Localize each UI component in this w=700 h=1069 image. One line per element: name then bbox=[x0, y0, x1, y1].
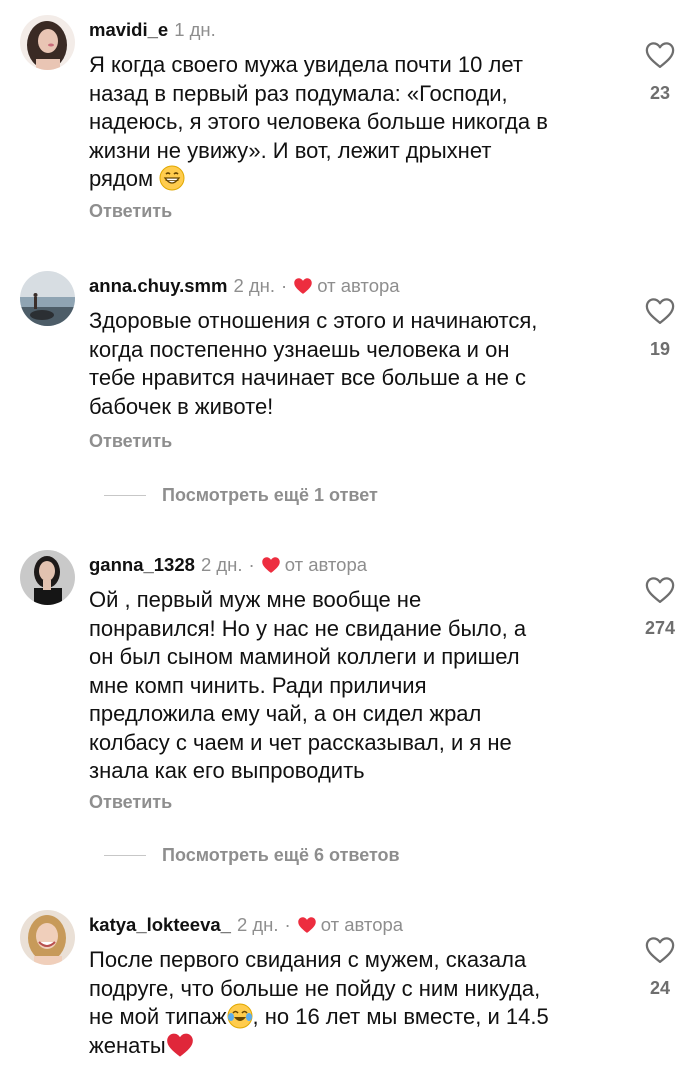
divider bbox=[104, 854, 146, 856]
view-replies-label: Посмотреть ещё 6 ответов bbox=[162, 844, 400, 865]
like-count: 24 bbox=[649, 978, 671, 998]
comment-line: предложила ему чай, а он сидел жрал bbox=[89, 701, 482, 726]
comment-line: понравился! Но у нас не свидание было, а bbox=[89, 615, 527, 641]
heart-outline-icon bbox=[645, 937, 675, 963]
comment-line: Ой , первый муж мне вообще не bbox=[89, 587, 422, 612]
like-count: 19 bbox=[649, 339, 671, 359]
comment-text: Ой , первый муж мне вообще не понравился… bbox=[89, 586, 619, 786]
divider bbox=[104, 494, 146, 496]
comment-meta: ganna_1328 2 дн. · от автора bbox=[89, 550, 367, 580]
comment-line: надеюсь, я этого человека больше никогда… bbox=[89, 109, 548, 134]
liked-by-author-label: от автора bbox=[317, 275, 400, 296]
comment-line: тебе нравится начинает все больше а не с bbox=[89, 365, 526, 390]
timestamp: 2 дн. bbox=[200, 554, 243, 575]
like-button[interactable]: 23 bbox=[642, 41, 678, 104]
comment-line: колбасу с чаем и чет рассказывал, и я не bbox=[89, 729, 512, 755]
heart-outline-icon bbox=[645, 298, 675, 324]
comment-line: жизни не увижу». И вот, лежит дрыхнет bbox=[89, 137, 492, 163]
comment-line: Здоровые отношения с этого и начинаются, bbox=[89, 308, 538, 333]
like-button[interactable]: 24 bbox=[642, 936, 678, 999]
timestamp: 2 дн. bbox=[233, 275, 276, 296]
view-replies-label: Посмотреть ещё 1 ответ bbox=[162, 484, 378, 505]
like-button[interactable]: 274 bbox=[634, 576, 686, 639]
avatar[interactable] bbox=[20, 15, 75, 70]
comment-meta: anna.chuy.smm 2 дн. · от автора bbox=[89, 271, 400, 301]
username[interactable]: mavidi_e bbox=[89, 19, 168, 41]
heart-filled-icon bbox=[297, 917, 316, 933]
username[interactable]: ganna_1328 bbox=[89, 554, 195, 576]
username[interactable]: katya_lokteeva_ bbox=[89, 914, 231, 936]
reply-button[interactable]: Ответить bbox=[89, 431, 172, 452]
red-heart-emoji bbox=[166, 1032, 193, 1058]
avatar[interactable] bbox=[20, 550, 75, 605]
comment-line: После первого свидания с мужем, сказала bbox=[89, 947, 527, 972]
comment-line: не мой типаж , но 16 лет мы вместе, и 14… bbox=[89, 1003, 549, 1029]
comment-line: мне комп чинить. Ради приличия bbox=[89, 672, 427, 698]
comment-line: назад в первый раз подумала: «Господи, bbox=[89, 80, 508, 106]
heart-outline-icon bbox=[645, 577, 675, 603]
separator-dot: · bbox=[281, 275, 288, 296]
like-count: 23 bbox=[649, 83, 671, 103]
reply-button[interactable]: Ответить bbox=[89, 201, 172, 222]
heart-filled-icon bbox=[294, 278, 312, 294]
comment-line: знала как его выпроводить bbox=[89, 758, 365, 783]
avatar[interactable] bbox=[20, 271, 75, 326]
comment-text: Я когда своего мужа увидела почти 10 лет… bbox=[89, 51, 619, 194]
view-replies-button[interactable]: Посмотреть ещё 6 ответов bbox=[104, 843, 400, 867]
like-button[interactable]: 19 bbox=[642, 297, 678, 360]
comment-text: Здоровые отношения с этого и начинаются,… bbox=[89, 307, 619, 421]
separator-dot: · bbox=[248, 554, 255, 575]
separator-dot: · bbox=[284, 914, 291, 935]
comment-meta: mavidi_e 1 дн. bbox=[89, 15, 216, 45]
tears-of-joy-emoji bbox=[227, 1003, 253, 1029]
heart-filled-icon bbox=[261, 557, 280, 573]
heart-outline-icon bbox=[645, 42, 675, 68]
comment-line: рядом bbox=[89, 165, 619, 194]
reply-button[interactable]: Ответить bbox=[89, 792, 172, 813]
comment-text: После первого свидания с мужем, сказала … bbox=[89, 946, 619, 1060]
comment-line: он был сыном маминой коллеги и пришел bbox=[89, 644, 520, 669]
comment-line: женаты bbox=[89, 1032, 619, 1061]
timestamp: 1 дн. bbox=[174, 19, 216, 40]
avatar[interactable] bbox=[20, 910, 75, 965]
comment-meta: katya_lokteeva_ 2 дн. · от автора bbox=[89, 910, 403, 940]
comment-line: подруге, что больше не пойду с ним никуд… bbox=[89, 975, 541, 1001]
comment-line: бабочек в животе! bbox=[89, 393, 274, 419]
username[interactable]: anna.chuy.smm bbox=[89, 275, 227, 297]
liked-by-author-label: от автора bbox=[320, 914, 404, 935]
comment-line: Я когда своего мужа увидела почти 10 лет bbox=[89, 52, 523, 77]
grinning-face-emoji bbox=[159, 165, 185, 191]
comment-line: когда постепенно узнаешь человека и он bbox=[89, 336, 510, 362]
like-count: 274 bbox=[644, 618, 676, 638]
liked-by-author-label: от автора bbox=[284, 554, 368, 575]
view-replies-button[interactable]: Посмотреть ещё 1 ответ bbox=[104, 483, 378, 507]
timestamp: 2 дн. bbox=[236, 914, 279, 935]
